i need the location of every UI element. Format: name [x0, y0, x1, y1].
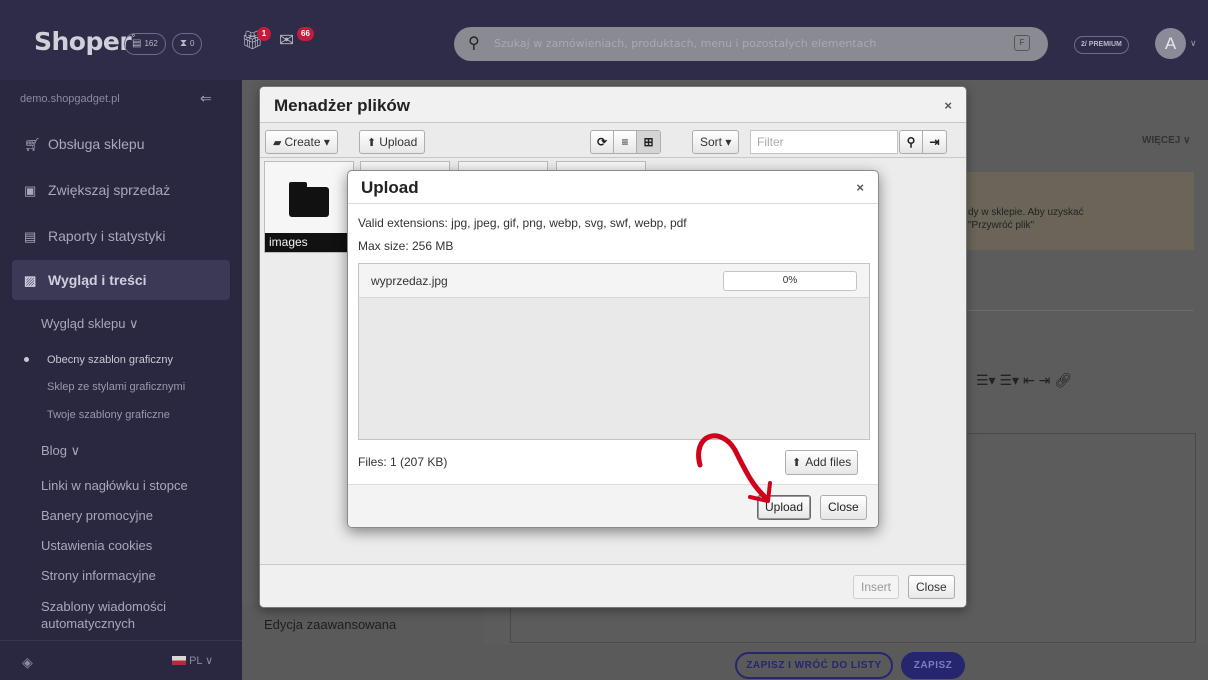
- indent-icon[interactable]: ⇥: [1039, 372, 1051, 388]
- layers-icon[interactable]: ◈: [22, 654, 33, 671]
- save-and-back-button[interactable]: ZAPISZ I WRÓĆ DO LISTY: [735, 652, 893, 679]
- upload-icon: ⬆: [792, 457, 802, 469]
- notice-text: dy w sklepie. Aby uzyskać "Przywróć plik": [968, 207, 1084, 231]
- filter-actions: ⚲ ⇥: [899, 130, 947, 154]
- valid-extensions: Valid extensions: jpg, jpeg, gif, png, w…: [358, 216, 687, 230]
- hourglass-icon: ⧗: [180, 38, 188, 49]
- gift-badge: 1: [257, 27, 271, 41]
- sidebar-item-header-footer-links[interactable]: Linki w nagłówku i stopce: [41, 478, 188, 493]
- close-button[interactable]: Close: [820, 495, 867, 520]
- annotation-arrow-icon: [696, 433, 772, 503]
- link-icon[interactable]: 🔗︎: [1054, 372, 1072, 388]
- create-button[interactable]: ▰ Create ▾: [265, 130, 338, 154]
- shortcut-key: F: [1014, 35, 1030, 51]
- upload-footer: Upload Close: [348, 484, 878, 527]
- pending-counter[interactable]: ⧗ 0: [172, 33, 203, 55]
- grid-view-icon[interactable]: ⊞: [637, 131, 660, 153]
- exit-icon[interactable]: ⇥: [923, 131, 946, 153]
- avatar[interactable]: A: [1155, 28, 1186, 59]
- file-manager-header: Menadżer plików ×: [260, 87, 966, 123]
- cart-icon: 🛒︎: [24, 137, 41, 152]
- sidebar-item-info-pages[interactable]: Strony informacyjne: [41, 568, 156, 583]
- sidebar-subhead-blog[interactable]: Blog ∨: [41, 443, 80, 459]
- list-view-icon[interactable]: ≡: [614, 131, 637, 153]
- sidebar-item-banners[interactable]: Banery promocyjne: [41, 508, 153, 523]
- premium-badge[interactable]: 2/ PREMIUM: [1074, 36, 1129, 54]
- close-button[interactable]: Close: [908, 575, 955, 599]
- bottom-bar: [242, 645, 1208, 680]
- sidebar-item-cookies[interactable]: Ustawienia cookies: [41, 538, 152, 553]
- file-manager-title: Menadżer plików: [274, 96, 411, 115]
- progress-bar: 0%: [723, 271, 857, 291]
- sort-button[interactable]: Sort ▾: [692, 130, 740, 154]
- sidebar-subhead-store-look[interactable]: Wygląd sklepu ∨: [41, 316, 139, 332]
- poland-flag-icon: [172, 656, 186, 665]
- collapse-sidebar-icon[interactable]: ⇐: [200, 90, 212, 107]
- report-icon: ▤: [24, 229, 37, 244]
- add-files-button[interactable]: ⬆ Add files: [785, 450, 859, 475]
- folder-name: images: [265, 233, 353, 252]
- search-icon[interactable]: ⚲: [900, 131, 923, 153]
- sidebar-item-your-templates[interactable]: Twoje szablony graficzne: [47, 409, 170, 421]
- sidebar-footer: ◈ PL ∨: [0, 640, 242, 680]
- sidebar-item-styled-store[interactable]: Sklep ze stylami graficznymi: [47, 381, 185, 393]
- file-manager-footer: Insert Close: [260, 564, 966, 607]
- sidebar-item-sales[interactable]: ▣ Zwiększaj sprzedaż: [12, 170, 230, 210]
- editor-toolbar: ☰▾ ☰▾ ⇤ ⇥ 🔗︎: [976, 372, 1072, 389]
- advanced-edit-label[interactable]: Edycja zaawansowana: [264, 617, 396, 632]
- language-switch[interactable]: PL ∨: [172, 654, 213, 667]
- site-name[interactable]: demo.shopgadget.pl: [20, 93, 120, 105]
- upload-title: Upload: [361, 178, 419, 197]
- close-icon[interactable]: ×: [944, 98, 952, 113]
- sidebar-item-message-templates[interactable]: Szablony wiadomości automatycznych: [41, 598, 166, 632]
- image-icon: ▨: [24, 273, 37, 288]
- sidebar: demo.shopgadget.pl ⇐ 🛒︎ Obsługa sklepu ▣ Z…: [0, 80, 242, 680]
- mail-badge: 66: [297, 27, 314, 41]
- max-size: Max size: 256 MB: [358, 239, 454, 253]
- refresh-icon[interactable]: ⟳: [591, 131, 614, 153]
- search-input[interactable]: Szukaj w zamówieniach, produktach, menu …: [494, 37, 876, 50]
- upload-queue: wyprzedaz.jpg 0%: [358, 263, 870, 440]
- upload-header: Upload ×: [348, 171, 878, 204]
- more-menu[interactable]: WIĘCEJ ∨: [1142, 135, 1190, 146]
- sidebar-item-appearance[interactable]: ▨ Wygląd i treści: [12, 260, 230, 300]
- file-name: wyprzedaz.jpg: [371, 274, 448, 288]
- insert-button[interactable]: Insert: [853, 575, 900, 599]
- save-button[interactable]: ZAPISZ: [901, 652, 965, 679]
- orders-counter[interactable]: ▤ 162: [124, 33, 166, 55]
- folder-plus-icon: ▰: [273, 137, 282, 149]
- outdent-icon[interactable]: ⇤: [1023, 372, 1035, 388]
- file-manager-toolbar: ▰ Create ▾ ⬆ Upload ⟳ ≡ ⊞ Sort ▾ Filter ⚲ ⇥: [260, 124, 966, 158]
- shoper-logo[interactable]: Shoper°: [34, 27, 136, 56]
- sidebar-item-current-template[interactable]: Obecny szablon graficzny: [47, 354, 173, 366]
- search-icon: ⚲: [468, 35, 480, 52]
- files-summary: Files: 1 (207 KB): [358, 455, 448, 469]
- numbered-list-icon[interactable]: ☰▾: [999, 372, 1019, 388]
- upload-icon: ⬆: [367, 137, 377, 149]
- chart-icon: ▣: [24, 183, 37, 198]
- bullet-list-icon[interactable]: ☰▾: [976, 372, 996, 388]
- sidebar-item-store-service[interactable]: 🛒︎ Obsługa sklepu: [12, 124, 230, 164]
- list-item: wyprzedaz.jpg 0%: [359, 264, 869, 298]
- view-controls: ⟳ ≡ ⊞: [590, 130, 661, 154]
- sidebar-item-reports[interactable]: ▤ Raporty i statystyki: [12, 216, 230, 256]
- divider: [966, 310, 1194, 311]
- folder-icon: [289, 182, 329, 218]
- document-icon: ▤: [132, 38, 142, 49]
- mail-icon[interactable]: ✉: [279, 30, 294, 50]
- global-search[interactable]: ⚲ Szukaj w zamówieniach, produktach, men…: [454, 27, 1048, 61]
- folder-tile[interactable]: images: [264, 161, 354, 253]
- close-icon[interactable]: ×: [856, 180, 864, 195]
- progress-text: 0%: [782, 275, 798, 286]
- upload-toolbar-button[interactable]: ⬆ Upload: [359, 130, 426, 154]
- active-bullet: [24, 357, 29, 362]
- chevron-down-icon[interactable]: ∨: [1190, 38, 1197, 49]
- upload-dialog: Upload × Valid extensions: jpg, jpeg, gi…: [347, 170, 879, 528]
- filter-input[interactable]: Filter: [750, 130, 898, 154]
- top-bar: Shoper° ▤ 162 ⧗ 0 🎁︎ 1 ✉ 66 ⚲ Szukaj w zam…: [0, 0, 1208, 80]
